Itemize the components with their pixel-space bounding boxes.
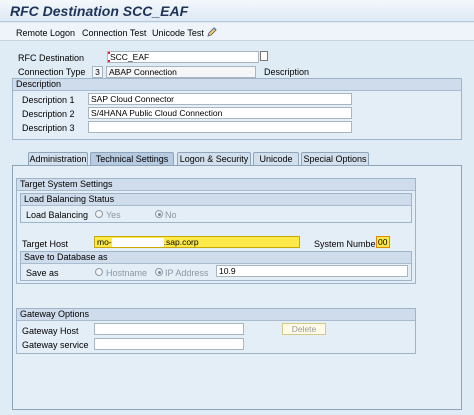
tab-logon-security[interactable]: Logon & Security (177, 152, 251, 165)
tab-special-options[interactable]: Special Options (301, 152, 369, 165)
ip-address-label: IP Address (165, 268, 209, 278)
gateway-service-field[interactable] (94, 338, 244, 350)
load-balancing-yes-label: Yes (106, 210, 121, 220)
load-balancing-header: Load Balancing Status (21, 194, 411, 206)
description-3-field[interactable] (88, 121, 352, 133)
connection-type-code[interactable]: 3 (92, 66, 103, 78)
delete-button[interactable]: Delete (282, 323, 326, 335)
remote-logon-button[interactable]: Remote Logon (16, 28, 75, 38)
ip-address-radio[interactable] (155, 268, 163, 276)
target-host-prefix: mo- (97, 237, 112, 247)
description-1-field[interactable]: SAP Cloud Connector (88, 93, 352, 105)
connection-test-button[interactable]: Connection Test (82, 28, 146, 38)
save-to-database-header: Save to Database as (21, 252, 411, 264)
system-number-field[interactable]: 00 (376, 236, 390, 248)
gateway-host-label: Gateway Host (22, 326, 79, 336)
system-number-label: System Number (314, 239, 379, 249)
connection-description-label: Description (264, 67, 310, 77)
redacted-block (111, 238, 164, 247)
description-1-label: Description 1 (22, 95, 75, 105)
ip-address-field[interactable]: 10.9 (216, 265, 408, 277)
load-balancing-yes-radio[interactable] (95, 210, 103, 218)
unicode-test-button[interactable]: Unicode Test (152, 28, 204, 38)
connection-type-label: Connection Type (18, 67, 86, 77)
tab-technical-settings[interactable]: Technical Settings (90, 152, 174, 165)
gateway-options-header: Gateway Options (17, 309, 415, 321)
hostname-radio[interactable] (95, 268, 103, 276)
description-group-header: Description (13, 79, 461, 91)
load-balancing-no-radio[interactable] (155, 210, 163, 218)
target-host-field[interactable]: mo- .sap.corp (94, 236, 300, 248)
description-2-field[interactable]: S/4HANA Public Cloud Connection (88, 107, 352, 119)
connection-type-text: ABAP Connection (106, 66, 256, 78)
target-host-suffix: .sap.corp (163, 237, 199, 247)
gateway-service-label: Gateway service (22, 340, 89, 350)
hostname-label: Hostname (106, 268, 148, 278)
description-2-label: Description 2 (22, 109, 75, 119)
window-title: RFC Destination SCC_EAF (10, 3, 189, 19)
target-host-label: Target Host (22, 239, 69, 249)
target-system-header: Target System Settings (17, 179, 415, 191)
description-3-label: Description 3 (22, 123, 75, 133)
rfc-destination-field[interactable]: SCC_EAF (107, 51, 259, 63)
save-as-label: Save as (26, 268, 59, 278)
load-balancing-label: Load Balancing (26, 210, 89, 220)
copy-icon[interactable] (260, 51, 268, 61)
gateway-host-field[interactable] (94, 323, 244, 335)
load-balancing-no-label: No (165, 210, 177, 220)
rfc-destination-label: RFC Destination (18, 53, 85, 63)
tab-administration[interactable]: Administration (28, 152, 88, 165)
tab-unicode[interactable]: Unicode (253, 152, 299, 165)
pencil-icon[interactable] (206, 26, 218, 38)
